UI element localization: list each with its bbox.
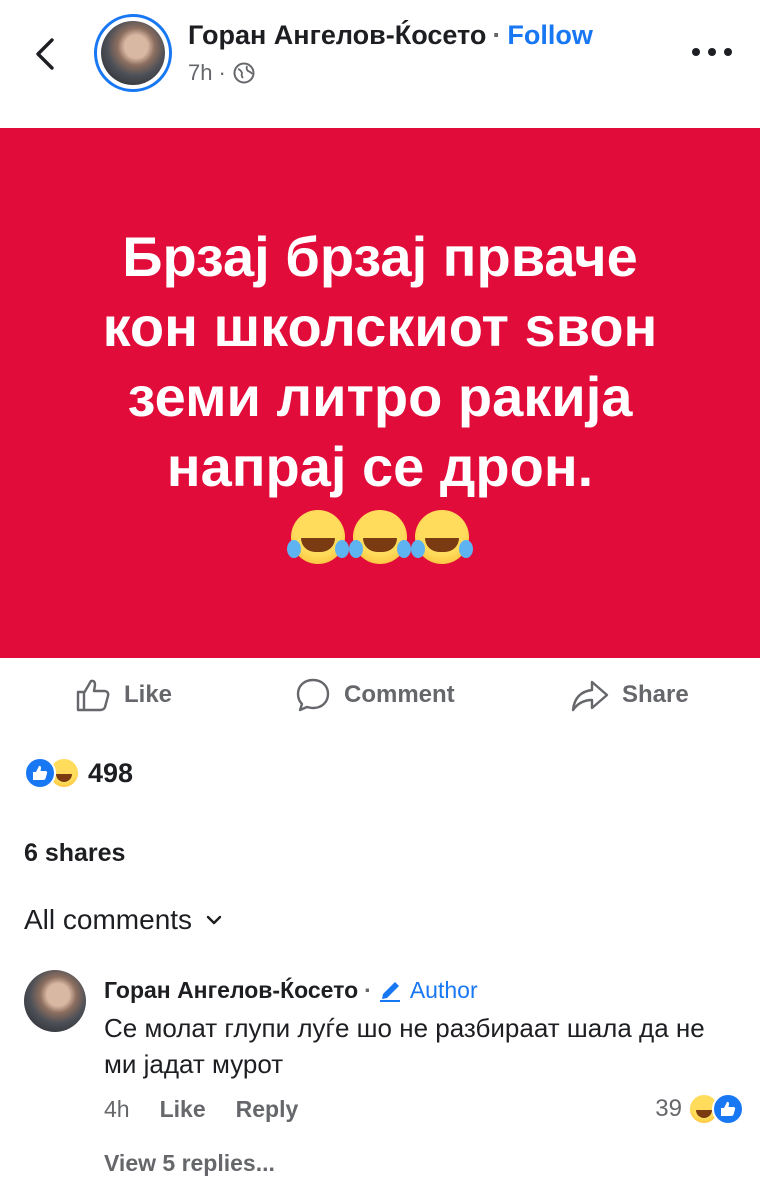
comment-like-button[interactable]: Like: [160, 1096, 206, 1123]
comment-reactions[interactable]: 39: [655, 1093, 744, 1125]
post-meta: 7h ·: [188, 60, 256, 86]
banner-line: земи литро ракија: [127, 365, 633, 428]
thumbs-up-icon: [76, 679, 110, 712]
follow-button[interactable]: Follow: [507, 20, 592, 50]
chevron-down-icon: [206, 915, 222, 925]
emoji-row: [287, 510, 469, 564]
laughing-tears-emoji-icon: [411, 510, 469, 564]
like-reaction-icon: [24, 757, 56, 789]
dot-icon: [708, 48, 716, 56]
reaction-count: 498: [88, 757, 134, 788]
post-time[interactable]: 7h: [188, 60, 212, 86]
back-button[interactable]: [28, 34, 64, 74]
banner-line: напрај се дрон.: [166, 435, 594, 498]
post-header: Горан Ангелов-Ќосето · Follow 7h ·: [0, 0, 760, 128]
banner-line: Брзај брзај прваче: [122, 225, 638, 288]
author-badge-label: Author: [409, 977, 478, 1003]
like-reaction-icon: [712, 1093, 744, 1125]
comment-separator: ·: [364, 977, 372, 1003]
comment-time: 4h: [104, 1096, 130, 1122]
shares-count[interactable]: 6 shares: [24, 839, 125, 868]
like-button[interactable]: Like: [74, 676, 172, 714]
thumbs-up-icon: [721, 1101, 736, 1116]
comment-button[interactable]: Comment: [294, 676, 455, 714]
globe-icon: [233, 62, 255, 84]
author-badge: Author: [378, 977, 478, 1004]
meta-separator: ·: [218, 60, 226, 85]
post-actions-bar: Like Comment Share: [0, 668, 760, 728]
comment-text: Се молат глупи луѓе шо не разбираат шала…: [104, 1013, 705, 1079]
more-options-button[interactable]: [692, 40, 732, 64]
name-separator: ·: [492, 20, 502, 50]
comment-meta: 4h Like Reply: [104, 1096, 298, 1123]
comment-bubble-icon: [296, 678, 330, 712]
pencil-icon: [379, 981, 400, 1002]
post-text-banner[interactable]: Брзај брзај прваче кон школскиот ѕвон зе…: [0, 128, 760, 658]
share-label: Share: [622, 681, 689, 708]
author-name[interactable]: Горан Ангелов-Ќосето: [188, 20, 486, 50]
avatar-image: [101, 21, 165, 85]
laughing-tears-emoji-icon: [287, 510, 345, 564]
thumbs-up-icon: [33, 765, 48, 780]
comment-header: Горан Ангелов-Ќосето · Author: [104, 977, 478, 1004]
comment-avatar[interactable]: [24, 970, 86, 1032]
comment-author[interactable]: Горан Ангелов-Ќосето: [104, 977, 358, 1004]
comments-filter-label: All comments: [24, 904, 193, 935]
like-label: Like: [124, 681, 173, 708]
share-button[interactable]: Share: [570, 676, 689, 714]
comment-reply-button[interactable]: Reply: [236, 1096, 299, 1123]
author-avatar[interactable]: [94, 14, 172, 92]
view-replies-link[interactable]: View 5 replies...: [104, 1150, 275, 1177]
share-arrow-icon: [571, 680, 609, 712]
comments-filter-dropdown[interactable]: All comments: [24, 904, 224, 936]
author-line: Горан Ангелов-Ќосето · Follow: [188, 20, 593, 51]
dot-icon: [724, 48, 732, 56]
comment-reaction-count: 39: [655, 1095, 682, 1122]
laughing-tears-emoji-icon: [349, 510, 407, 564]
banner-line: кон школскиот ѕвон: [102, 295, 658, 358]
comment-label: Comment: [344, 681, 455, 708]
chevron-left-icon: [36, 38, 54, 70]
dot-icon: [692, 48, 700, 56]
reaction-summary[interactable]: 498: [24, 757, 133, 789]
